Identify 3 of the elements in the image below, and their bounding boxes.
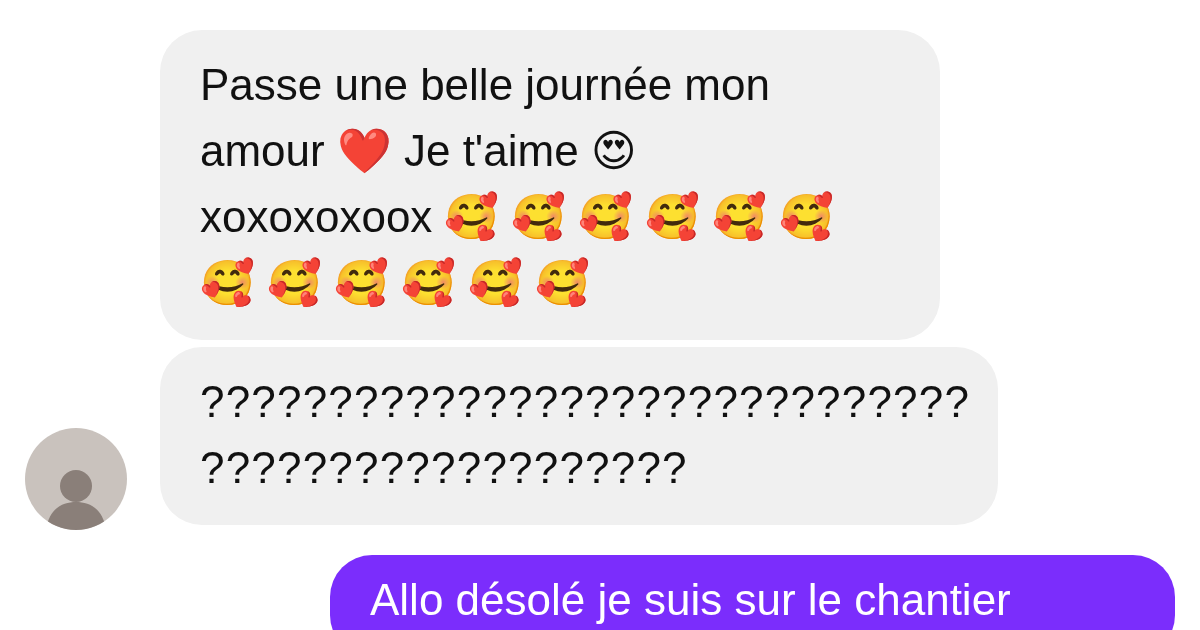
message-bubble: Allo désolé je suis sur le chantier	[330, 555, 1175, 630]
message-bubble: Passe une belle journée mon amour ❤ Je t'aime 😍 xoxoxoxoox 🥰 🥰 🥰 🥰 🥰 🥰 🥰 🥰 🥰 🥰 🥰 🥰	[160, 30, 940, 340]
message-bubble: ?????????????????????????????? ???????????????????	[160, 347, 998, 525]
